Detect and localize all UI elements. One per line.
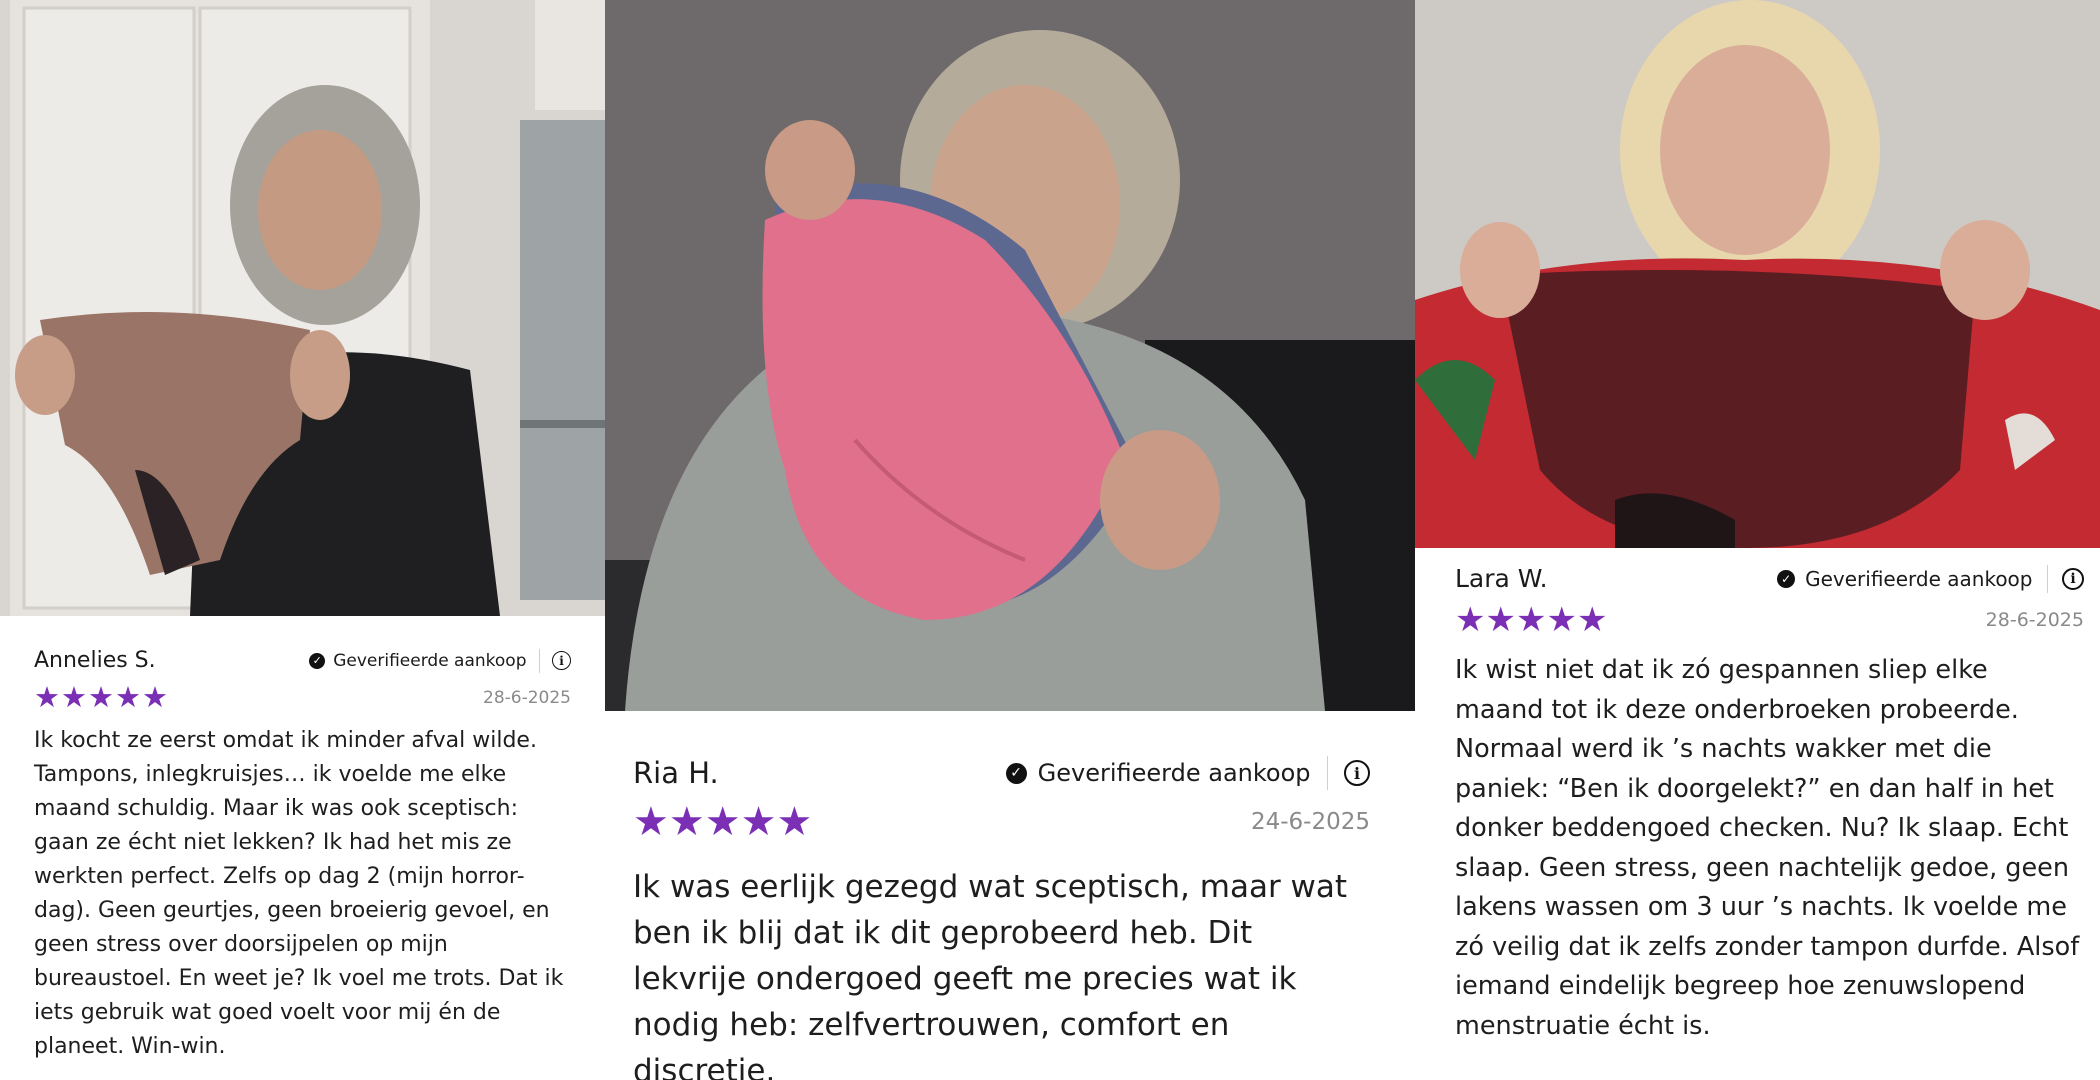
- star-icon: ★: [776, 799, 813, 845]
- review-text: Ik wist niet dat ik zó gespannen sliep e…: [1455, 655, 2080, 1041]
- rating-row-1: ★ ★ ★ ★ ★ 28-6-2025: [34, 683, 571, 712]
- star-icon: ★: [1485, 600, 1516, 640]
- verified-label: Geverifieerde aankoop: [333, 650, 527, 671]
- check-circle-icon: ✓: [309, 652, 326, 669]
- separator: [1326, 756, 1328, 790]
- verified-badge: ✓ Geverifieerde aankoop i: [1777, 564, 2084, 593]
- review-header-2: Ria H. ✓ Geverifieerde aankoop i: [633, 756, 1370, 790]
- separator: [538, 648, 540, 673]
- separator: [2046, 564, 2048, 593]
- reviewer-name: Lara W.: [1455, 564, 1548, 593]
- review-text: Ik was eerlijk gezegd wat sceptisch, maa…: [633, 869, 1348, 1080]
- star-icon: ★: [88, 680, 114, 714]
- star-icon: ★: [142, 680, 168, 714]
- customer-photo-2[interactable]: [605, 0, 1415, 711]
- review-header-3: Lara W. ✓ Geverifieerde aankoop i: [1455, 564, 2084, 593]
- rating-row-3: ★ ★ ★ ★ ★ 28-6-2025: [1455, 603, 2084, 637]
- verified-label: Geverifieerde aankoop: [1037, 759, 1311, 787]
- review-content-2: Ria H. ✓ Geverifieerde aankoop i ★ ★ ★ ★…: [605, 756, 1415, 1080]
- star-icon: ★: [1546, 600, 1577, 640]
- star-icon: ★: [1455, 600, 1486, 640]
- star-icon: ★: [633, 799, 669, 845]
- star-icon: ★: [668, 799, 705, 845]
- star-icon: ★: [61, 680, 87, 714]
- review-header-1: Annelies S. ✓ Geverifieerde aankoop i: [34, 648, 571, 673]
- star-icon: ★: [115, 680, 141, 714]
- check-circle-icon: ✓: [1005, 762, 1027, 784]
- review-date: 24-6-2025: [1250, 809, 1370, 835]
- star-icon: ★: [1515, 600, 1547, 640]
- rating-row-2: ★ ★ ★ ★ ★ 24-6-2025: [633, 802, 1370, 842]
- verified-badge: ✓ Geverifieerde aankoop i: [309, 648, 571, 673]
- check-circle-icon: ✓: [1777, 569, 1796, 588]
- reviewer-name: Ria H.: [633, 756, 719, 790]
- star-rating: ★ ★ ★ ★ ★: [34, 683, 169, 712]
- review-card-1: Annelies S. ✓ Geverifieerde aankoop i ★ …: [0, 0, 605, 1080]
- review-content-3: Lara W. ✓ Geverifieerde aankoop i ★ ★ ★ …: [1415, 564, 2100, 1046]
- customer-photo-1[interactable]: [0, 0, 605, 616]
- star-rating: ★ ★ ★ ★ ★: [633, 802, 812, 842]
- reviewer-name: Annelies S.: [34, 648, 156, 673]
- review-date: 28-6-2025: [483, 687, 571, 708]
- star-icon: ★: [740, 799, 777, 845]
- star-rating: ★ ★ ★ ★ ★: [1455, 603, 1607, 637]
- review-card-3: Lara W. ✓ Geverifieerde aankoop i ★ ★ ★ …: [1415, 0, 2100, 1080]
- review-content-1: Annelies S. ✓ Geverifieerde aankoop i ★ …: [0, 648, 605, 1064]
- info-icon[interactable]: i: [552, 651, 571, 670]
- info-icon[interactable]: i: [2062, 567, 2084, 590]
- review-text: Ik kocht ze eerst omdat ik minder afval …: [34, 728, 564, 1059]
- review-card-2: Ria H. ✓ Geverifieerde aankoop i ★ ★ ★ ★…: [605, 0, 1415, 1080]
- star-icon: ★: [1576, 600, 1608, 640]
- info-icon[interactable]: i: [1344, 760, 1370, 786]
- customer-photo-3[interactable]: [1415, 0, 2100, 548]
- verified-badge: ✓ Geverifieerde aankoop i: [1005, 756, 1370, 790]
- review-date: 28-6-2025: [1985, 609, 2084, 631]
- star-icon: ★: [34, 680, 60, 714]
- verified-label: Geverifieerde aankoop: [1805, 566, 2033, 591]
- star-icon: ★: [704, 799, 741, 845]
